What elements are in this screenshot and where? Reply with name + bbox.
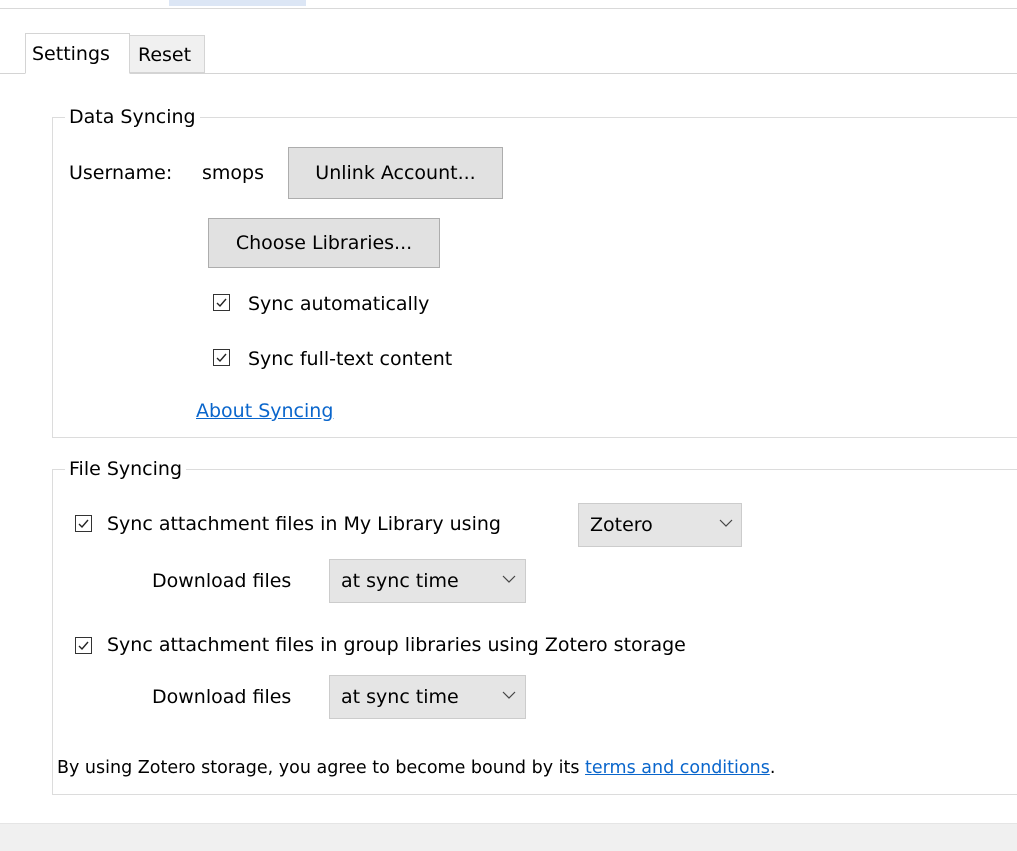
unlink-account-label: Unlink Account... <box>315 162 476 184</box>
checkmark-icon <box>216 353 227 363</box>
sync-method-select[interactable]: Zotero <box>578 503 742 547</box>
terms-suffix: . <box>769 758 776 778</box>
file-syncing-group: File Syncing <box>52 458 1017 795</box>
my-library-download-select[interactable]: at sync time <box>329 559 526 603</box>
toolbar-selected-indicator <box>169 0 306 6</box>
sync-fulltext-label[interactable]: Sync full-text content <box>248 348 452 370</box>
tab-settings-label: Settings <box>32 43 110 65</box>
sync-group-libraries-label[interactable]: Sync attachment files in group libraries… <box>107 634 686 656</box>
group-libraries-download-value: at sync time <box>341 686 459 708</box>
terms-prefix: By using Zotero storage, you agree to be… <box>57 758 586 778</box>
terms-notice: By using Zotero storage, you agree to be… <box>57 758 775 778</box>
choose-libraries-button[interactable]: Choose Libraries... <box>208 218 440 268</box>
chevron-down-icon <box>719 519 733 527</box>
data-syncing-legend: Data Syncing <box>69 106 196 128</box>
group-libraries-download-select[interactable]: at sync time <box>329 675 526 719</box>
tab-strip: Settings Reset <box>0 33 1017 74</box>
group-libraries-download-label: Download files <box>152 686 292 708</box>
checkmark-icon <box>78 641 89 651</box>
data-syncing-group: Data Syncing <box>52 106 1017 438</box>
window-top-strip <box>0 0 1017 9</box>
sync-automatically-label[interactable]: Sync automatically <box>248 293 429 315</box>
checkmark-icon <box>216 298 227 308</box>
sync-group-libraries-checkbox[interactable] <box>75 637 92 654</box>
choose-libraries-label: Choose Libraries... <box>235 232 413 254</box>
file-syncing-legend: File Syncing <box>69 458 183 480</box>
tab-reset[interactable]: Reset <box>130 35 205 73</box>
username-value: smops <box>202 162 264 184</box>
chevron-down-icon <box>502 691 516 699</box>
sync-my-library-checkbox[interactable] <box>75 515 92 532</box>
my-library-download-label: Download files <box>152 570 292 592</box>
chevron-down-icon <box>502 575 516 583</box>
tab-settings[interactable]: Settings <box>25 33 130 74</box>
bottom-bar <box>0 823 1017 851</box>
about-syncing-link[interactable]: About Syncing <box>196 400 333 422</box>
sync-fulltext-checkbox[interactable] <box>213 349 230 366</box>
terms-and-conditions-link[interactable]: terms and conditions <box>585 758 770 778</box>
unlink-account-button[interactable]: Unlink Account... <box>288 147 503 199</box>
sync-method-value: Zotero <box>590 514 653 536</box>
sync-automatically-checkbox[interactable] <box>213 294 230 311</box>
tab-reset-label: Reset <box>138 44 192 66</box>
checkmark-icon <box>78 519 89 529</box>
username-label: Username: <box>69 162 173 184</box>
sync-my-library-label[interactable]: Sync attachment files in My Library usin… <box>107 513 501 535</box>
my-library-download-value: at sync time <box>341 570 459 592</box>
